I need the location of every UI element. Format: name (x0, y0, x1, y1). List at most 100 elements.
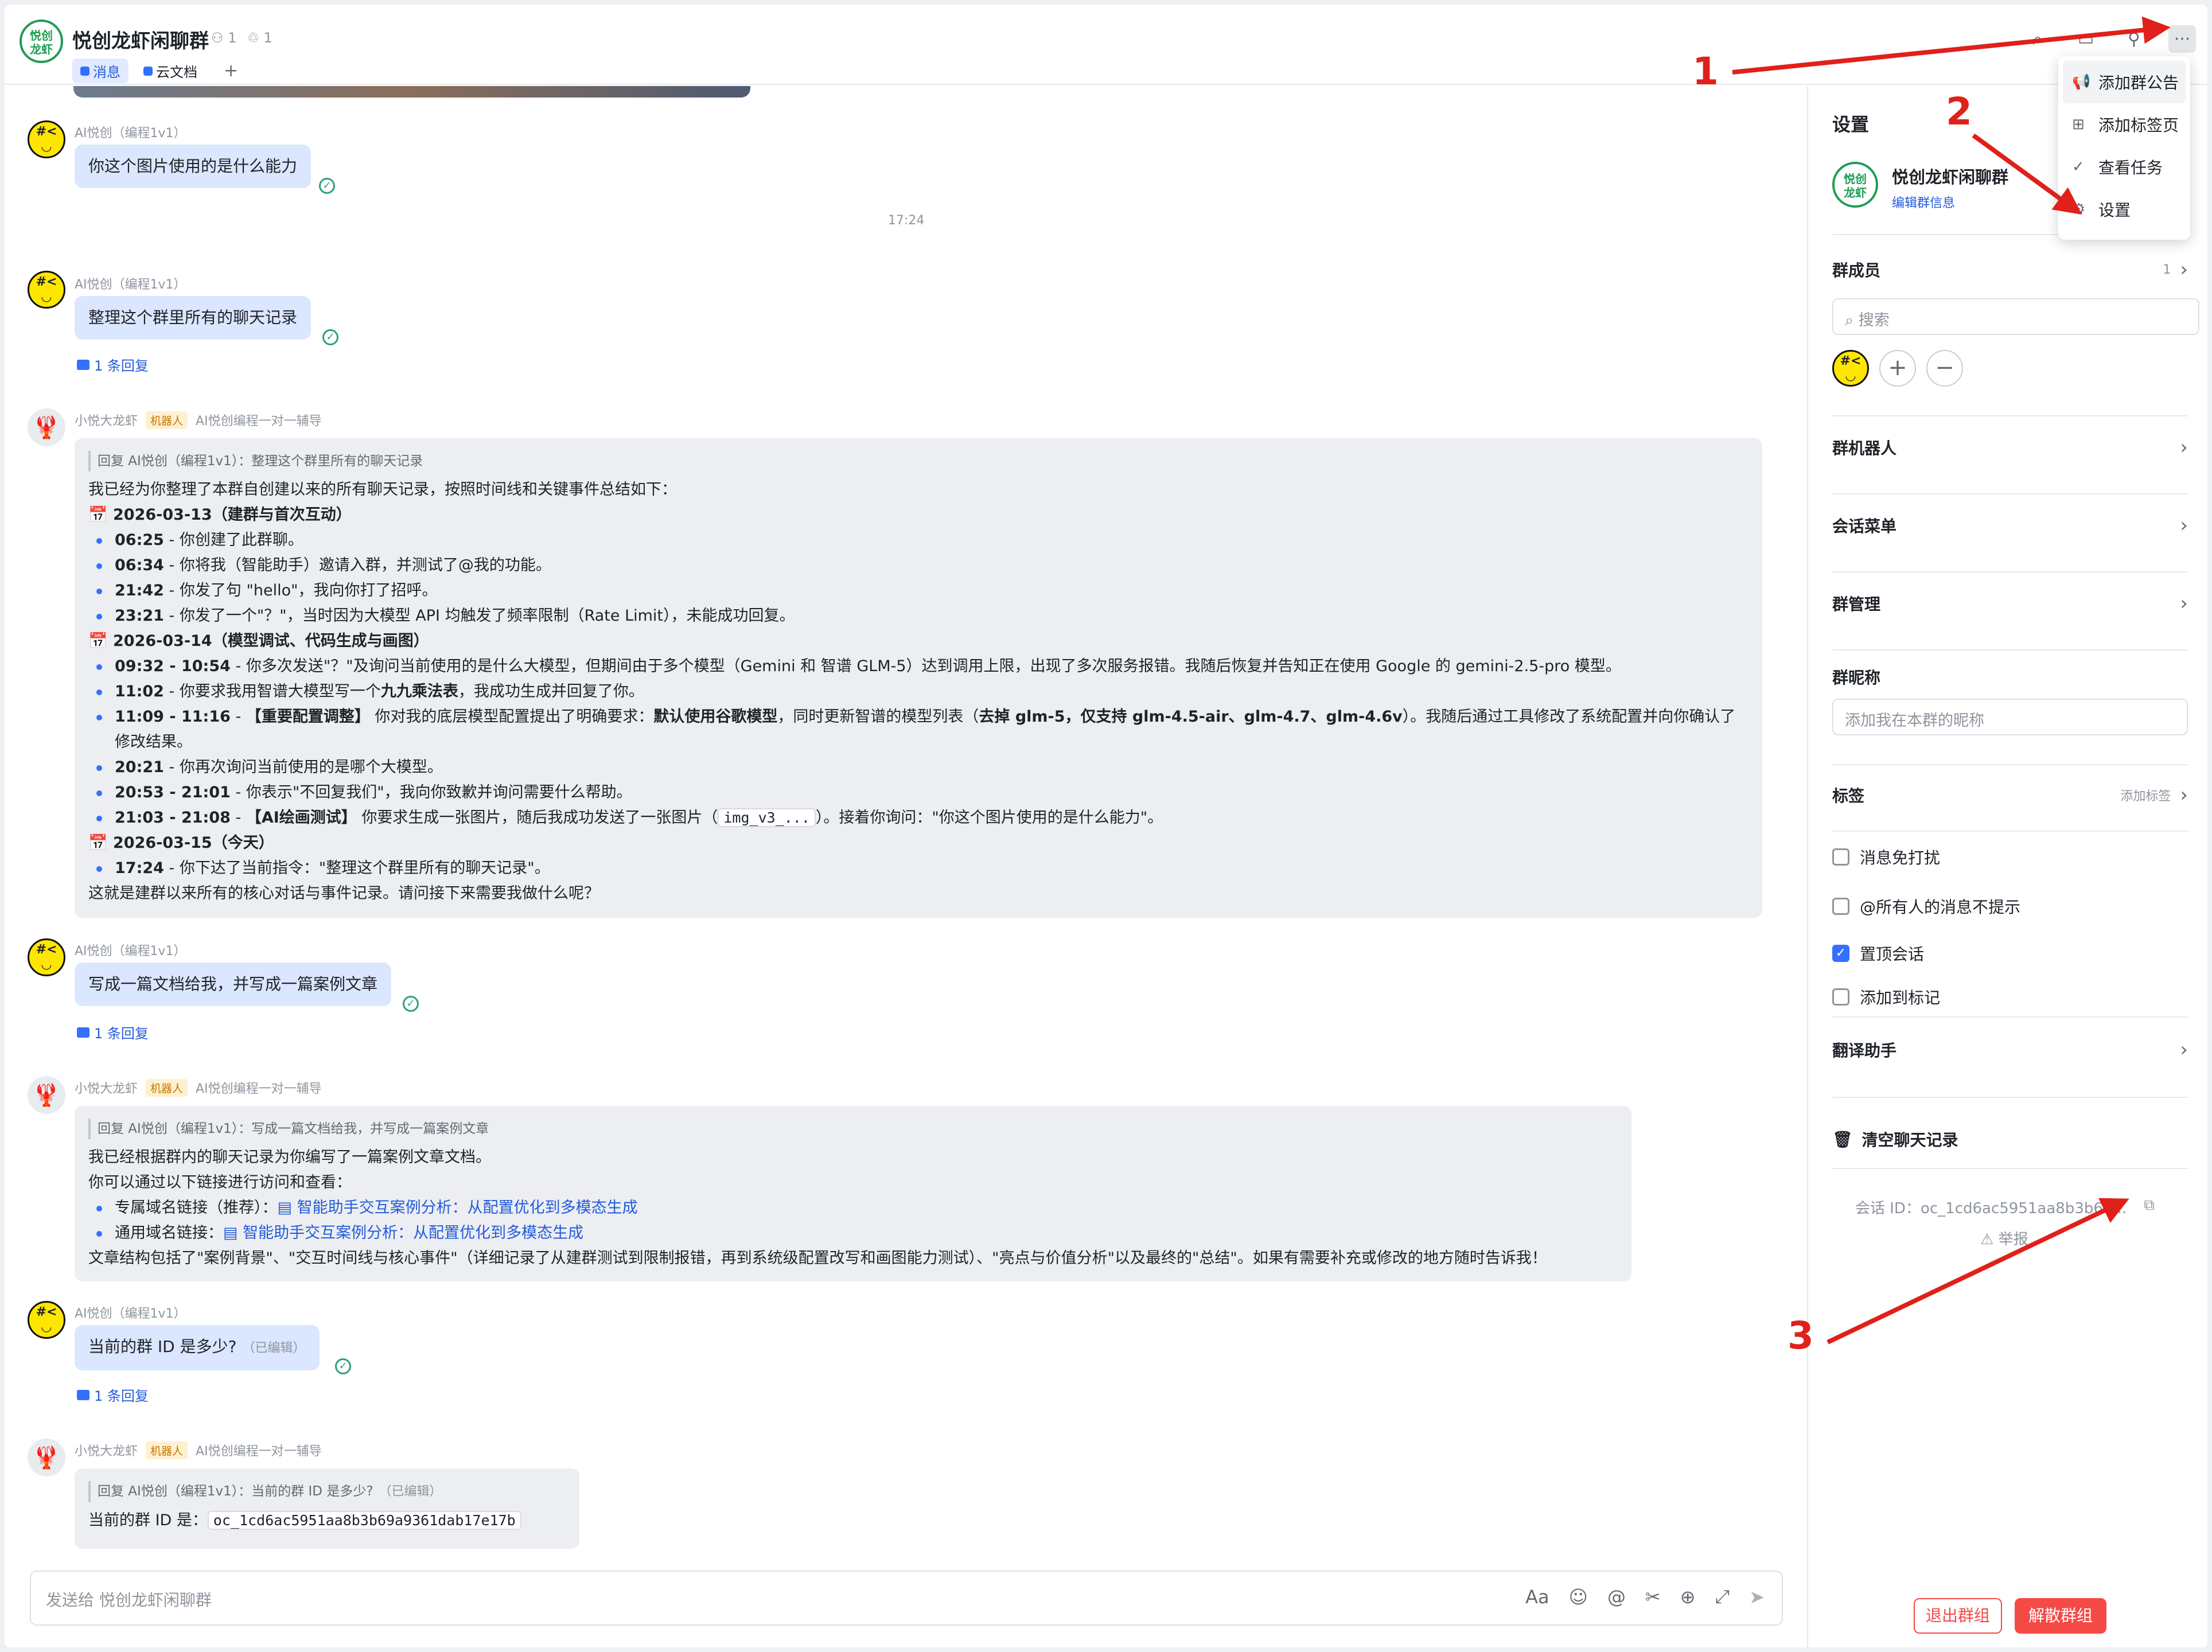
member-count[interactable]: ⚇ 1 (211, 30, 236, 46)
bot-message-card[interactable]: 回复 AI悦创（编程1v1）：写成一篇文档给我，并写成一篇案例文章 我已经根据群… (75, 1106, 1631, 1281)
pin-option[interactable]: ✓ 置顶会话 (1832, 942, 1924, 965)
tab-cloud-docs[interactable]: 云文档 (135, 59, 205, 83)
avatar[interactable]: #< ◡ (28, 1301, 65, 1339)
group-manage-row[interactable]: 群管理 › (1832, 592, 2188, 615)
mark-checkbox[interactable] (1832, 988, 1849, 1006)
item-text: - (230, 708, 246, 726)
menu-item-view-tasks[interactable]: ✓ 查看任务 (2063, 146, 2186, 188)
group-id-code[interactable]: oc_1cd6ac5951aa8b3b69a9361dab17e17b (207, 1511, 521, 1530)
sender-name[interactable]: AI悦创（编程1v1） (75, 1303, 186, 1322)
add-icon[interactable]: ⊕ (1680, 1586, 1696, 1608)
avatar-face: #< ◡ (1840, 354, 1861, 383)
thread-reply-link[interactable]: 1 条回复 (77, 1385, 149, 1405)
menu-item-add-announcement[interactable]: 📢 添加群公告 (2063, 61, 2186, 103)
emoji-icon[interactable]: ☺ (1569, 1586, 1588, 1608)
sender-name[interactable]: AI悦创（编程1v1） (75, 123, 186, 141)
add-tab-button[interactable]: + (224, 61, 238, 81)
tab-add-icon: ⊞ (2072, 116, 2085, 133)
menu-item-settings[interactable]: ⚙ 设置 (2063, 188, 2186, 231)
add-tag-link[interactable]: 添加标签 (2120, 786, 2171, 804)
quoted-message[interactable]: 回复 AI悦创（编程1v1）：当前的群 ID 是多少? （已编辑） (88, 1481, 566, 1502)
mention-icon[interactable]: @ (1607, 1586, 1626, 1608)
message-bubble[interactable]: 写成一篇文档给我，并写成一篇案例文章 (75, 963, 392, 1006)
at-all-option[interactable]: @所有人的消息不提示 (1832, 895, 2020, 918)
message-bubble[interactable]: 当前的群 ID 是多少? （已编辑） (75, 1325, 320, 1370)
group-avatar-large[interactable]: 悦创 龙虾 (1832, 162, 1878, 208)
image-message-preview[interactable] (73, 86, 750, 98)
report-link[interactable]: ⚠ 举报 (1980, 1228, 2028, 1249)
screenshot-icon[interactable]: ✂ (1645, 1586, 1661, 1608)
divider (1832, 415, 2188, 416)
group-bots-row[interactable]: 群机器人 › (1832, 436, 2188, 459)
person-icon[interactable]: ⚲ (2120, 25, 2148, 53)
send-icon[interactable]: ➤ (1749, 1586, 1765, 1608)
list-item: 21:03 - 21:08 - 【AI绘画测试】 你要求生成一张图片，随后我成功… (88, 805, 1748, 831)
menu-item-add-tab[interactable]: ⊞ 添加标签页 (2063, 103, 2186, 146)
item-text: 你对我的底层模型配置提出了明确要求： (369, 708, 654, 726)
pin-checkbox[interactable]: ✓ (1832, 945, 1849, 962)
avatar[interactable]: #< ◡ (28, 938, 65, 976)
add-member-button[interactable]: + (1879, 350, 1916, 387)
tab-messages[interactable]: 消息 (72, 59, 128, 83)
sender-name[interactable]: 小悦大龙虾 (75, 411, 138, 429)
sender-name[interactable]: AI悦创（编程1v1） (75, 941, 186, 959)
format-icon[interactable]: Aa (1525, 1586, 1549, 1608)
bot-count[interactable]: ♲ 1 (247, 30, 272, 46)
edit-group-info-link[interactable]: 编辑群信息 (1892, 193, 1955, 211)
divider (1832, 831, 2188, 832)
avatar[interactable]: #< ◡ (28, 120, 65, 158)
dissolve-group-button[interactable]: 解散群组 (2015, 1598, 2106, 1634)
group-title[interactable]: 悦创龙虾闲聊群 (72, 25, 209, 53)
read-check-icon: ✓ (403, 996, 419, 1012)
quoted-message[interactable]: 回复 AI悦创（编程1v1）：写成一篇文档给我，并写成一篇案例文章 (88, 1119, 1618, 1139)
bot-avatar[interactable]: 🦞 (28, 1076, 65, 1114)
mute-checkbox[interactable] (1832, 848, 1849, 866)
bot-message-card[interactable]: 回复 AI悦创（编程1v1）：当前的群 ID 是多少? （已编辑） 当前的群 ID… (75, 1468, 579, 1549)
copy-icon[interactable]: ⧉ (2144, 1197, 2155, 1218)
bot-avatar[interactable]: 🦞 (28, 1439, 65, 1476)
sender-name[interactable]: 小悦大龙虾 (75, 1441, 138, 1459)
doc-link[interactable]: ▤ 智能助手交互案例分析：从配置优化到多模态生成 (278, 1199, 638, 1217)
bot-icon: ♲ (247, 30, 264, 46)
composer-placeholder[interactable]: 发送给 悦创龙虾闲聊群 (46, 1588, 212, 1611)
member-search-input[interactable]: ⌕ 搜索 (1832, 298, 2199, 335)
member-avatar[interactable]: #< ◡ (1832, 350, 1869, 387)
bot-avatar[interactable]: 🦞 (28, 408, 65, 446)
list-item: 专属域名链接（推荐）：▤ 智能助手交互案例分析：从配置优化到多模态生成 (88, 1195, 1618, 1221)
thread-reply-link[interactable]: 1 条回复 (77, 1022, 149, 1042)
thread-reply-link[interactable]: 1 条回复 (77, 354, 149, 375)
expand-icon[interactable]: ⤢ (1715, 1585, 1730, 1608)
bot-message-card[interactable]: 回复 AI悦创（编程1v1）：整理这个群里所有的聊天记录 我已经为你整理了本群自… (75, 438, 1762, 918)
nickname-input[interactable]: 添加我在本群的昵称 (1832, 699, 2188, 735)
tags-row[interactable]: 标签 添加标签 › (1832, 784, 2188, 806)
translate-row[interactable]: 翻译助手 › (1832, 1038, 2188, 1061)
more-icon[interactable]: ··· (2168, 25, 2196, 53)
member-count-value: 1 (228, 30, 237, 46)
time-label: 21:42 (115, 582, 164, 599)
chevron-right-icon: › (2180, 514, 2188, 537)
group-avatar[interactable]: 悦创 龙虾 (20, 20, 63, 63)
time-label: 17:24 (115, 859, 164, 877)
doc-link[interactable]: ▤ 智能助手交互案例分析：从配置优化到多模态生成 (223, 1224, 583, 1242)
clear-history-button[interactable]: 🗑 清空聊天记录 (1832, 1128, 1958, 1151)
quoted-message[interactable]: 回复 AI悦创（编程1v1）：整理这个群里所有的聊天记录 (88, 451, 1748, 472)
video-icon[interactable]: ▭ (2072, 25, 2100, 53)
session-menu-row[interactable]: 会话菜单 › (1832, 514, 2188, 537)
message-bubble[interactable]: 你这个图片使用的是什么能力 (75, 145, 311, 188)
mark-label: 添加到标记 (1860, 988, 1941, 1007)
message-composer[interactable]: 发送给 悦创龙虾闲聊群 Aa ☺ @ ✂ ⊕ ⤢ ➤ (30, 1571, 1783, 1626)
bot-sender-line: 小悦大龙虾 机器人 AI悦创编程一对一辅导 (75, 1078, 322, 1097)
mute-option[interactable]: 消息免打扰 (1832, 846, 1940, 868)
quit-group-button[interactable]: 退出群组 (1914, 1598, 2002, 1634)
sender-name[interactable]: 小悦大龙虾 (75, 1078, 138, 1097)
message-bubble[interactable]: 整理这个群里所有的聊天记录 (75, 296, 311, 340)
time-label: 21:03 - 21:08 (115, 809, 231, 827)
message-list[interactable]: #< ◡ AI悦创（编程1v1） 你这个图片使用的是什么能力 ✓ 17:24 #… (5, 86, 1807, 1567)
mark-option[interactable]: 添加到标记 (1832, 985, 1940, 1008)
search-icon[interactable]: ⌕ (2024, 25, 2051, 53)
members-row[interactable]: 群成员 1 › (1832, 258, 2188, 281)
remove-member-button[interactable]: − (1926, 350, 1963, 387)
at-all-checkbox[interactable] (1832, 898, 1849, 915)
avatar[interactable]: #< ◡ (28, 271, 65, 309)
sender-name[interactable]: AI悦创（编程1v1） (75, 274, 186, 293)
